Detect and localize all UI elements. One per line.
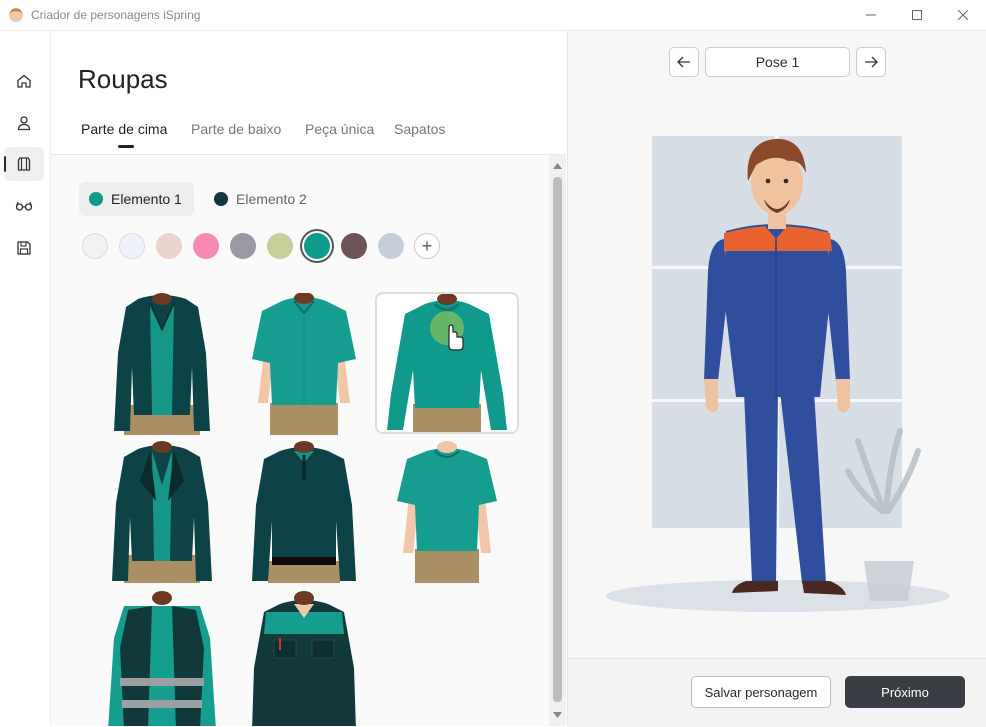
clothing-item-cardigan[interactable]: [90, 293, 234, 435]
color-swatch-steel[interactable]: [378, 233, 404, 259]
tab-bottom[interactable]: Parte de baixo: [191, 121, 281, 137]
color-swatch-white[interactable]: [82, 233, 108, 259]
maximize-icon: [912, 10, 922, 20]
scrollbar-thumb[interactable]: [553, 177, 562, 702]
clothing-item-t-shirt[interactable]: [375, 441, 519, 583]
clothes-panel: Roupas Parte de cima Parte de baixo Peça…: [51, 31, 566, 726]
color-swatch-gray[interactable]: [230, 233, 256, 259]
shirt-icon: [17, 157, 31, 171]
action-bar: Salvar personagem Próximo: [568, 658, 986, 727]
arrow-right-icon: [865, 56, 878, 68]
preview-panel: Pose 1 Salvar personagem Próximo: [567, 31, 986, 727]
sidebar-item-save[interactable]: [4, 231, 44, 265]
element-1-label: Elemento 1: [111, 191, 182, 207]
color-swatch-olive[interactable]: [267, 233, 293, 259]
blazer-thumbnail: [112, 441, 212, 583]
element-1-color-dot: [89, 192, 103, 206]
minimize-button[interactable]: [848, 0, 894, 30]
title-bar: Criador de personagens iSpring: [0, 0, 986, 31]
home-icon: [17, 74, 31, 88]
add-color-button[interactable]: +: [414, 233, 440, 259]
tab-top[interactable]: Parte de cima: [81, 121, 167, 137]
color-swatch-brown[interactable]: [341, 233, 367, 259]
character-preview: [606, 136, 950, 612]
element-2-chip[interactable]: Elemento 2: [204, 182, 319, 216]
clothing-item-work-jacket[interactable]: [232, 588, 376, 726]
maximize-button[interactable]: [894, 0, 940, 30]
close-button[interactable]: [940, 0, 986, 30]
save-character-button[interactable]: Salvar personagem: [691, 676, 831, 708]
element-2-label: Elemento 2: [236, 191, 307, 207]
clothes-content: Elemento 1 Elemento 2 +: [51, 155, 549, 726]
clothing-item-blazer[interactable]: [90, 441, 234, 583]
scroll-up-icon[interactable]: [553, 163, 562, 169]
person-icon: [17, 116, 31, 131]
t-shirt-thumbnail: [397, 441, 497, 583]
sidebar-item-body[interactable]: [4, 106, 44, 140]
tab-shoes[interactable]: Sapatos: [394, 121, 445, 137]
arrow-left-icon: [677, 56, 690, 68]
color-swatch-pale-pink[interactable]: [156, 233, 182, 259]
scroll-down-icon[interactable]: [553, 712, 562, 718]
tucked-sweater-thumbnail: [252, 441, 356, 583]
save-icon: [17, 241, 31, 255]
sweater-thumbnail: [387, 294, 507, 432]
sidebar: [0, 31, 51, 726]
active-tab-indicator: [118, 145, 134, 148]
previous-pose-button[interactable]: [669, 47, 699, 77]
page-title: Roupas: [78, 64, 168, 94]
tab-one-piece[interactable]: Peça única: [305, 121, 374, 137]
polo-shirt-thumbnail: [252, 293, 356, 435]
color-swatch-pink[interactable]: [193, 233, 219, 259]
safety-vest-thumbnail: [108, 591, 216, 726]
clothing-item-polo-shirt[interactable]: [232, 293, 376, 435]
sidebar-item-accessories[interactable]: [4, 189, 44, 223]
cardigan-thumbnail: [114, 293, 210, 435]
app-icon: [9, 8, 23, 22]
sidebar-item-home[interactable]: [4, 64, 44, 98]
sidebar-item-clothes[interactable]: [4, 147, 44, 181]
color-swatch-light-blue[interactable]: [119, 233, 145, 259]
clothing-item-safety-vest[interactable]: [90, 588, 234, 726]
clothing-item-tucked-sweater[interactable]: [232, 441, 376, 583]
window-title: Criador de personagens iSpring: [31, 8, 201, 22]
clothing-item-sweater[interactable]: [375, 292, 519, 434]
pose-selector[interactable]: Pose 1: [705, 47, 850, 77]
next-button[interactable]: Próximo: [845, 676, 965, 708]
color-swatch-teal[interactable]: [304, 233, 330, 259]
active-indicator: [4, 156, 6, 172]
minimize-icon: [866, 14, 876, 16]
close-icon: [958, 10, 968, 20]
glasses-icon: [15, 201, 33, 211]
element-1-chip[interactable]: Elemento 1: [79, 182, 194, 216]
element-2-color-dot: [214, 192, 228, 206]
next-pose-button[interactable]: [856, 47, 886, 77]
work-jacket-thumbnail: [252, 591, 356, 726]
